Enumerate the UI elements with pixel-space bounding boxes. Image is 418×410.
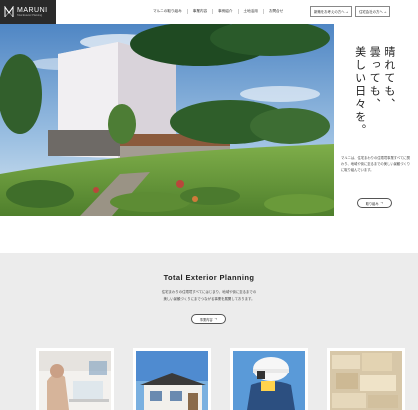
tagline-line-3: 美しい日々を。 [353, 46, 367, 137]
service-card[interactable] [133, 348, 211, 410]
hero-tagline: 晴れても、 曇っても、 美しい日々を。 [353, 46, 396, 137]
initiatives-button-label: 取り組み [365, 201, 379, 206]
section-description-line: 住宅まわりの住環境すべてにはじまり、地域や街に至るまでの [161, 290, 257, 294]
office-meeting-photo-icon [39, 351, 111, 410]
new-build-label: 新築をお考えの方へ [314, 10, 345, 14]
header-cta-group: 新築をお考えの方へ → 住宅会社の方へ → [310, 6, 391, 17]
arrow-right-icon: → [214, 317, 218, 321]
initiatives-button[interactable]: 取り組み → [357, 198, 392, 208]
logo[interactable]: MARUNI Total Exterior Planning [0, 0, 56, 24]
brand-tagline: Total Exterior Planning [17, 13, 43, 17]
section-title: Total Exterior Planning [163, 273, 255, 282]
surveyor-helmet-photo-icon [233, 351, 305, 410]
tagline-line-1: 晴れても、 [382, 46, 396, 111]
housing-company-label: 住宅会社の方へ [359, 10, 383, 14]
service-cards [36, 348, 405, 410]
nav-item-contact[interactable]: お問合せ [264, 9, 288, 14]
hero-description: マルニは、住宅まわりの住環境事業すべてに関わり、地域や街に至るまでの美しい景観づ… [341, 156, 411, 172]
stone-blocks-photo-icon [330, 351, 402, 410]
nav-item-initiatives[interactable]: マルニの取り組み [148, 9, 188, 14]
section-description-line: 美しい景観づくりにまでつながる事業を展開しております。 [163, 296, 255, 301]
house-exterior-photo-icon [136, 351, 208, 410]
arrow-right-icon: → [383, 9, 387, 14]
nav-item-land-use[interactable]: 土地活用 [239, 9, 264, 14]
tagline-line-2: 曇っても、 [368, 46, 382, 111]
main-nav: マルニの取り組み 事業内容 事例紹介 土地活用 お問合せ [148, 9, 288, 14]
nav-item-business[interactable]: 事業内容 [188, 9, 214, 14]
housing-company-button[interactable]: 住宅会社の方へ → [355, 6, 391, 17]
nav-item-cases[interactable]: 事例紹介 [213, 9, 239, 14]
brand-name: MARUNI [17, 6, 48, 14]
section-description: 住宅まわりの住環境すべてにはじまり、地域や街に至るまでの 美しい景観づくりにまで… [0, 289, 418, 303]
new-build-button[interactable]: 新築をお考えの方へ → [310, 6, 353, 17]
business-button[interactable]: 事業内容 → [191, 314, 226, 324]
arrow-right-icon: → [345, 9, 349, 14]
arrow-right-icon: → [380, 201, 384, 205]
business-button-label: 事業内容 [199, 317, 213, 322]
service-card[interactable] [327, 348, 405, 410]
maruni-logo-icon [4, 6, 14, 18]
hero-image [0, 24, 334, 216]
service-card[interactable] [230, 348, 308, 410]
service-card[interactable] [36, 348, 114, 410]
